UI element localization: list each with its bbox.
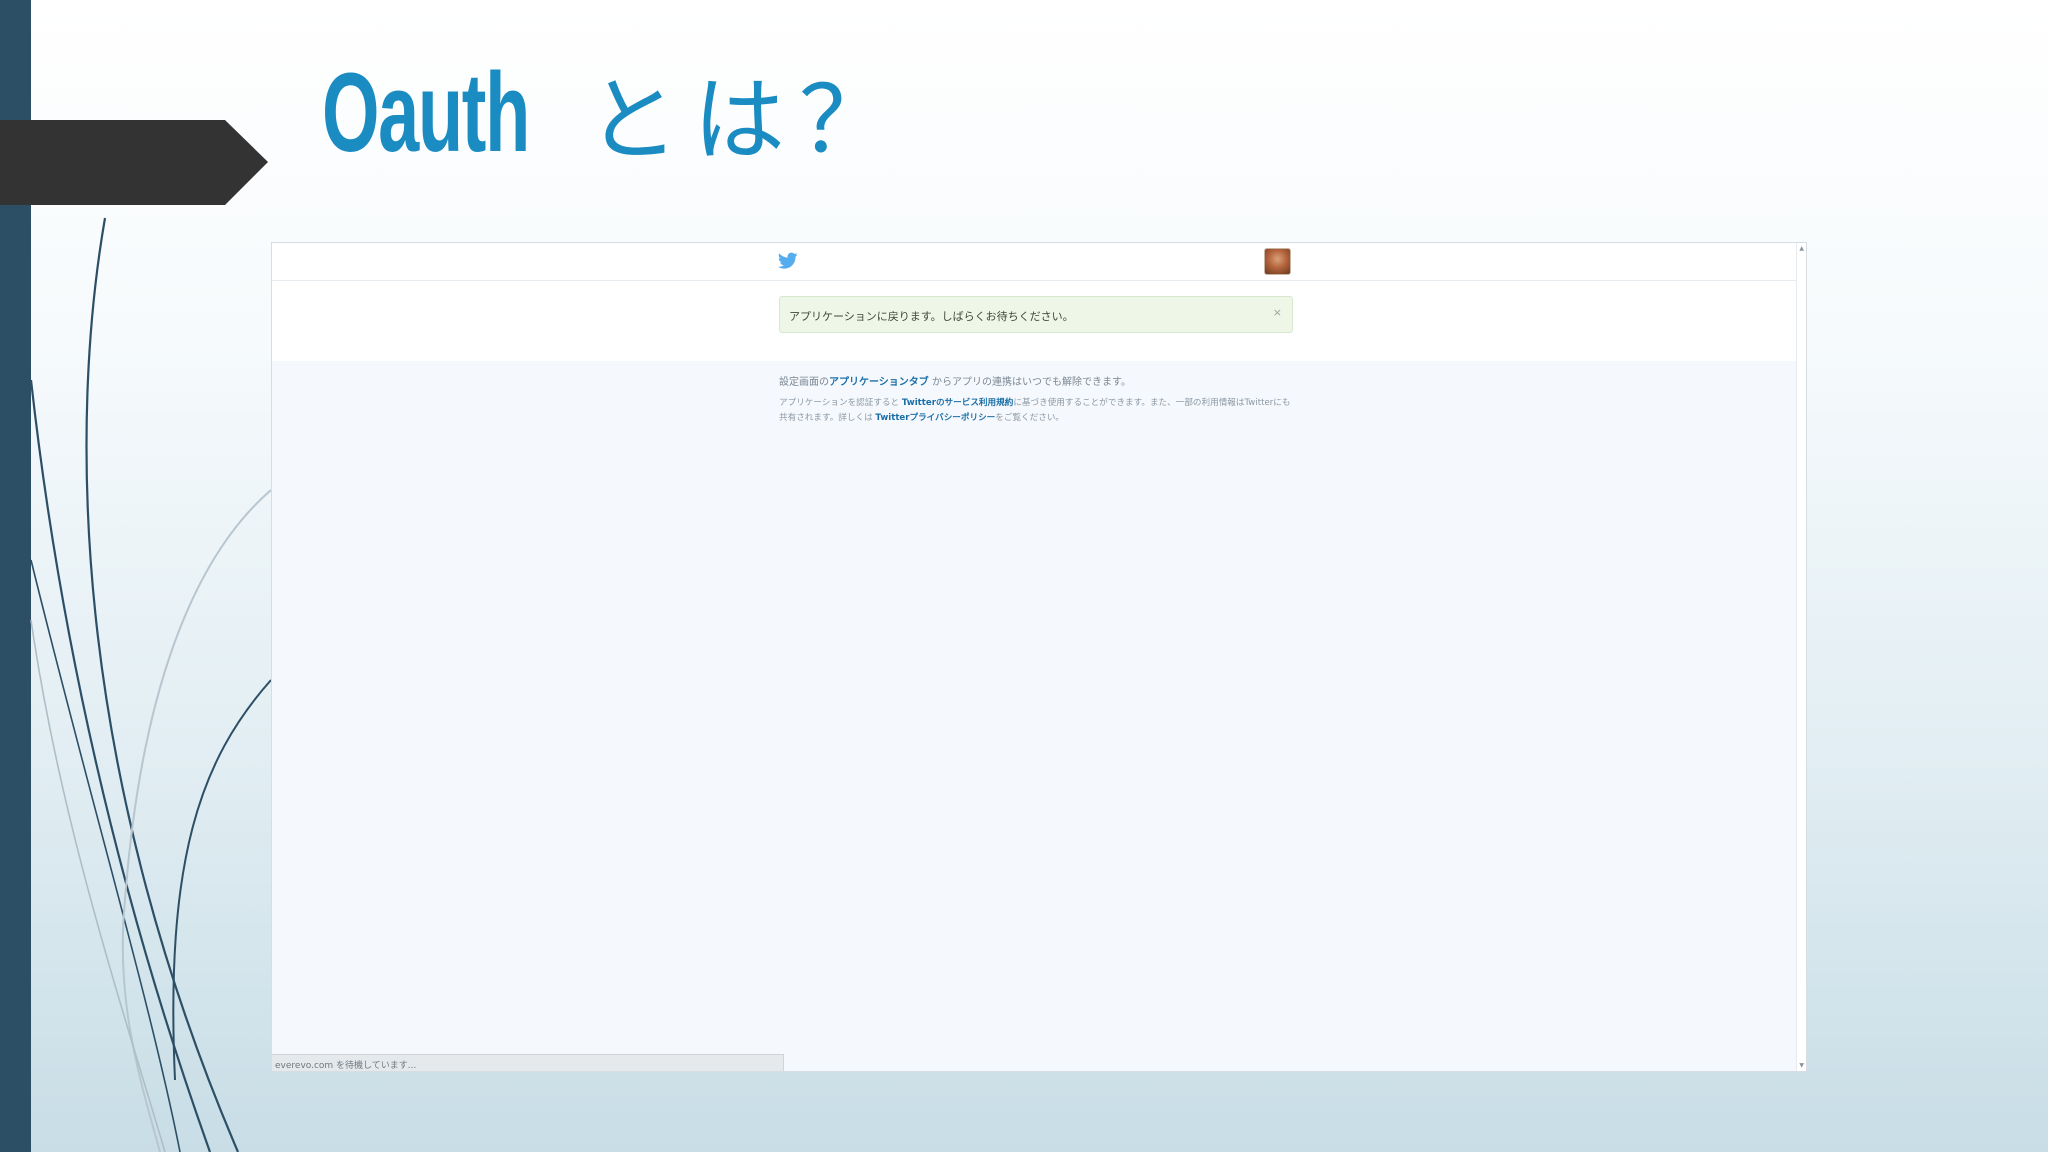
terms-info-part1: アプリケーションを認証すると [779, 398, 902, 408]
scroll-down-icon[interactable]: ▼ [1799, 1062, 1804, 1069]
scroll-up-icon[interactable]: ▲ [1799, 245, 1804, 252]
screenshot-header-area: アプリケーションに戻ります。しばらくお待ちください。 × [272, 243, 1798, 361]
twitter-navbar [272, 243, 1798, 281]
privacy-policy-link[interactable]: Twitterプライバシーポリシー [875, 413, 995, 423]
redirect-notice: アプリケーションに戻ります。しばらくお待ちください。 × [779, 296, 1293, 333]
vertical-scrollbar[interactable]: ▲ ▼ [1796, 243, 1806, 1071]
slide-title-japanese: とは？ [587, 66, 906, 174]
close-icon[interactable]: × [1273, 306, 1282, 319]
browser-status-bar: everevo.com を待機しています... [272, 1054, 784, 1071]
slide-title: Oauth とは？ [322, 50, 905, 175]
terms-info-text: アプリケーションを認証すると Twitterのサービス利用規約に基づき使用するこ… [779, 396, 1299, 426]
revoke-info-suffix: からアプリの連携はいつでも解除できます。 [928, 377, 1131, 388]
oauth-screenshot-window: アプリケーションに戻ります。しばらくお待ちください。 × 設定画面のアプリケーシ… [271, 242, 1807, 1072]
terms-of-service-link[interactable]: Twitterのサービス利用規約 [902, 398, 1013, 408]
revoke-info-prefix: 設定画面の [779, 377, 829, 388]
revoke-info-text: 設定画面のアプリケーションタブ からアプリの連携はいつでも解除できます。 [779, 373, 1131, 388]
status-bar-text: everevo.com を待機しています... [275, 1061, 417, 1071]
applications-tab-link[interactable]: アプリケーションタブ [829, 377, 929, 388]
terms-info-part3: をご覧ください。 [995, 413, 1065, 423]
slide-title-latin: Oauth [322, 49, 530, 175]
twitter-bird-icon[interactable] [778, 252, 798, 270]
user-avatar[interactable] [1264, 248, 1291, 275]
title-arrow-tab [0, 120, 268, 205]
redirect-notice-text: アプリケーションに戻ります。しばらくお待ちください。 [789, 310, 1074, 323]
